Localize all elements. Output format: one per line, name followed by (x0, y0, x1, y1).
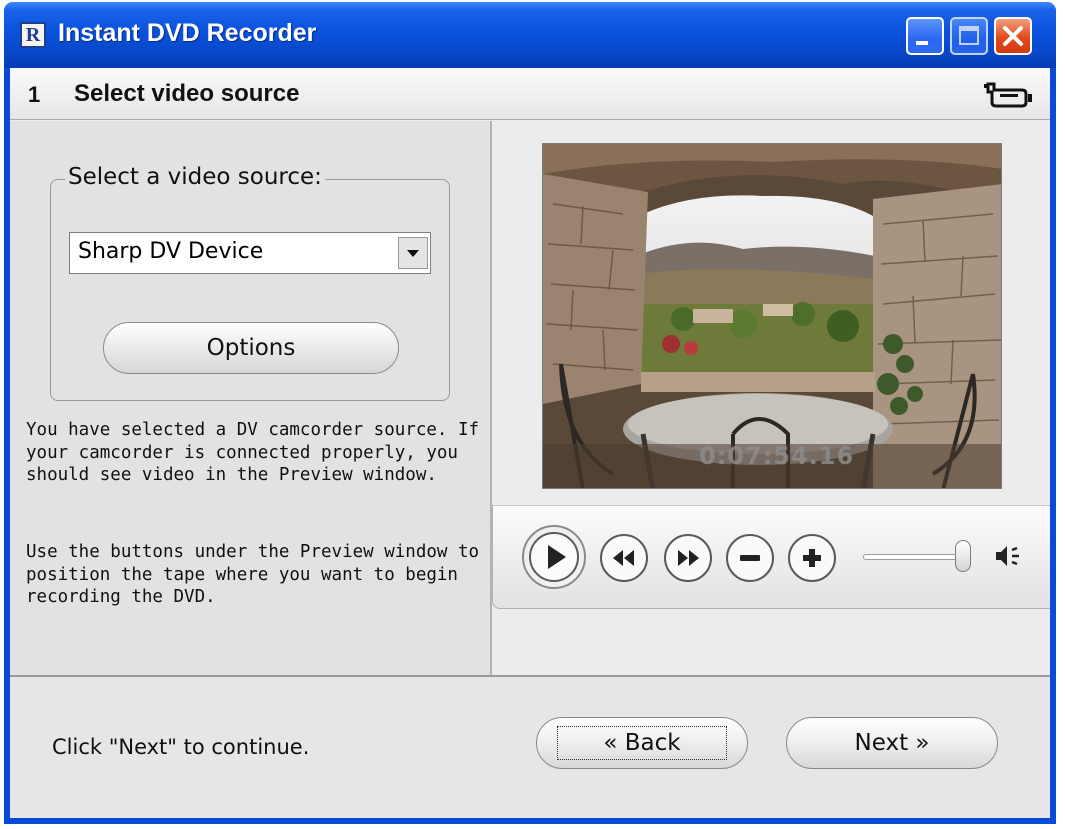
tape-position-instructions: Use the buttons under the Preview window… (26, 542, 480, 607)
next-button[interactable]: Next » (786, 717, 998, 769)
close-icon (1003, 26, 1023, 46)
play-button[interactable] (521, 524, 587, 590)
maximize-icon (959, 26, 979, 45)
timecode-overlay: 0:07:54.16 (699, 442, 855, 470)
step-number: 1 (28, 82, 41, 107)
app-icon[interactable]: R (20, 22, 46, 48)
minus-icon (740, 555, 760, 561)
video-preview: 0:07:54.16 (542, 143, 1002, 489)
dropdown-arrow-button[interactable] (398, 237, 428, 269)
source-description: You have selected a DV camcorder source.… (26, 420, 480, 485)
client-area: 1 Select video source Select a video sou… (10, 68, 1050, 818)
minimize-icon (916, 41, 928, 45)
back-button[interactable]: « Back (536, 717, 748, 769)
speaker-icon[interactable] (993, 542, 1023, 570)
plus-icon (809, 549, 815, 567)
window-title: Instant DVD Recorder (58, 19, 317, 47)
video-source-label: Select a video source: (65, 164, 325, 190)
rewind-button[interactable] (599, 533, 649, 583)
wizard-footer: Click "Next" to continue. « Back Next » (10, 677, 1050, 818)
step-back-button[interactable] (725, 533, 775, 583)
chevron-down-icon (407, 250, 419, 257)
source-settings-pane: Select a video source: Sharp DV Device O… (10, 121, 490, 675)
step-header: 1 Select video source (10, 68, 1050, 120)
step-forward-button[interactable] (787, 533, 837, 583)
minimize-button[interactable] (906, 17, 944, 55)
video-source-value: Sharp DV Device (78, 239, 264, 264)
video-source-dropdown[interactable]: Sharp DV Device (69, 232, 431, 274)
options-button[interactable]: Options (103, 322, 399, 374)
maximize-button[interactable] (950, 17, 988, 55)
preview-frame-image (543, 144, 1001, 488)
preview-pane: 0:07:54.16 (492, 121, 1050, 675)
volume-slider-thumb[interactable] (955, 540, 971, 572)
title-bar[interactable]: R Instant DVD Recorder (4, 2, 1056, 68)
back-button-label: « Back (603, 730, 681, 756)
fast-forward-button[interactable] (663, 533, 713, 583)
camcorder-icon (984, 82, 1032, 108)
app-window: R Instant DVD Recorder 1 Select video so… (4, 2, 1056, 824)
video-source-group: Select a video source: Sharp DV Device O… (50, 164, 450, 401)
transport-controls (492, 505, 1050, 609)
continue-hint: Click "Next" to continue. (52, 735, 310, 759)
step-title: Select video source (74, 80, 300, 107)
close-button[interactable] (994, 17, 1032, 55)
